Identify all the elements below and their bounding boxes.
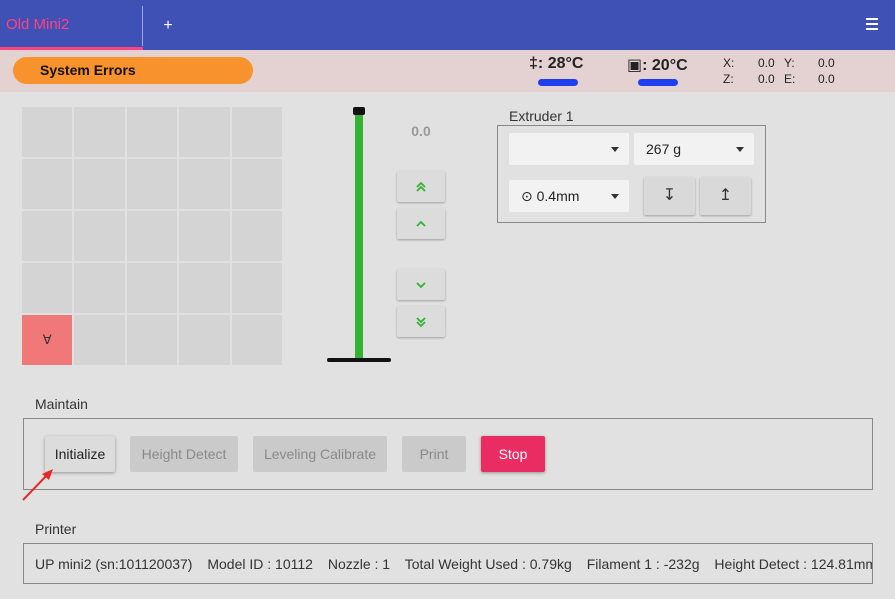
tab-old-mini2[interactable]: Old Mini2 (0, 0, 143, 50)
grid-cell[interactable] (74, 107, 125, 157)
arrow-up-from-line-icon: ↥ (718, 187, 733, 204)
grid-cell[interactable] (231, 263, 282, 313)
top-bar: Old Mini2 + (0, 0, 895, 50)
e-label: E: (784, 72, 796, 86)
unload-filament-button[interactable]: ↧ (644, 177, 695, 215)
grid-cell[interactable] (126, 315, 178, 365)
material-select[interactable] (509, 133, 629, 165)
filament-weight-value: 267 g (646, 141, 682, 157)
x-label: X: (723, 56, 735, 70)
printer-info-panel: UP mini2 (sn:101120037) Model ID : 10112… (23, 543, 873, 584)
extruder-label: Extruder 1 (509, 108, 574, 124)
printer-model-sn: UP mini2 (sn:101120037) (35, 556, 193, 572)
z-down-button[interactable] (397, 269, 445, 300)
printer-model-id: Model ID : 10112 (207, 556, 313, 572)
grid-cell[interactable] (74, 263, 125, 313)
printer-nozzle-count: Nozzle : 1 (327, 556, 391, 572)
system-errors-button[interactable]: System Errors (13, 57, 253, 84)
caret-down-icon (611, 147, 619, 152)
add-tab-button[interactable]: + (158, 0, 178, 50)
grid-cell-active[interactable]: ∀ (22, 315, 73, 365)
grid-cell[interactable] (179, 159, 230, 209)
grid-cell[interactable] (126, 263, 178, 313)
printer-filament-1: Filament 1 : -232g (586, 556, 700, 572)
bed-temperature[interactable]: ▣: 20°C (627, 55, 688, 86)
nozzle-icon: ∀ (42, 332, 52, 347)
z-up-button[interactable] (397, 208, 445, 239)
print-button[interactable]: Print (402, 436, 466, 472)
chevron-down-icon (416, 281, 426, 288)
z-up-fast-button[interactable] (397, 171, 445, 202)
stop-button[interactable]: Stop (481, 436, 545, 472)
grid-cell[interactable] (231, 211, 282, 261)
z-axis-slider-track[interactable] (355, 112, 363, 358)
nozzle-size-select[interactable]: ⊙ 0.4mm (509, 180, 629, 212)
grid-cell[interactable] (179, 315, 230, 365)
grid-cell[interactable] (231, 315, 282, 365)
chevron-up-icon (416, 220, 426, 227)
grid-cell[interactable] (22, 211, 73, 261)
z-label: Z: (723, 72, 734, 86)
printer-info-line: UP mini2 (sn:101120037) Model ID : 10112… (35, 556, 873, 572)
load-filament-button[interactable]: ↥ (700, 177, 751, 215)
nozzle-temperature[interactable]: ‡: 28°C (529, 55, 584, 86)
tab-label: Old Mini2 (6, 16, 70, 33)
y-label: Y: (784, 56, 795, 70)
caret-down-icon (611, 194, 619, 199)
bed-temp-bar (638, 79, 678, 86)
grid-cell[interactable] (179, 263, 230, 313)
nozzle-temp-bar (538, 79, 578, 86)
caret-down-icon (736, 147, 744, 152)
nozzle-temp-value: 28°C (547, 55, 584, 72)
xy-position-grid: ∀ (22, 107, 282, 365)
double-chevron-down-icon (416, 316, 426, 327)
grid-cell[interactable] (74, 159, 125, 209)
hamburger-menu-icon[interactable] (866, 18, 880, 32)
grid-cell[interactable] (22, 263, 73, 313)
maintain-label: Maintain (35, 396, 88, 412)
z-axis-slider-base (327, 358, 391, 362)
grid-cell[interactable] (22, 159, 73, 209)
height-detect-button[interactable]: Height Detect (130, 436, 238, 472)
z-axis-slider-handle[interactable] (353, 107, 365, 115)
grid-cell[interactable] (126, 159, 178, 209)
arrow-down-to-line-icon: ↧ (662, 187, 677, 204)
printer-height-detect: Height Detect : 124.81mm (714, 556, 873, 572)
grid-cell[interactable] (179, 107, 230, 157)
z-value: 0.0 (758, 72, 775, 86)
annotation-arrow-icon (22, 469, 53, 501)
double-chevron-up-icon (416, 181, 426, 192)
z-axis-value: 0.0 (411, 123, 431, 139)
grid-cell[interactable] (231, 159, 282, 209)
status-bar: System Errors ‡: 28°C ▣: 20°C X: 0.0 Y: … (0, 50, 895, 92)
z-down-fast-button[interactable] (397, 306, 445, 337)
x-value: 0.0 (758, 56, 775, 70)
grid-cell[interactable] (231, 107, 282, 157)
tab-divider (142, 6, 143, 46)
grid-cell[interactable] (22, 107, 73, 157)
e-value: 0.0 (818, 72, 835, 86)
grid-cell[interactable] (74, 211, 125, 261)
grid-cell[interactable] (126, 211, 178, 261)
grid-cell[interactable] (74, 315, 125, 365)
y-value: 0.0 (818, 56, 835, 70)
bed-temp-value: 20°C (651, 57, 688, 74)
bed-temp-icon: ▣: (627, 57, 648, 74)
filament-weight-select[interactable]: 267 g (634, 133, 754, 165)
grid-cell[interactable] (179, 211, 230, 261)
printer-total-weight: Total Weight Used : 0.79kg (404, 556, 572, 572)
leveling-calibrate-button[interactable]: Leveling Calibrate (253, 436, 387, 472)
nozzle-size-value: ⊙ 0.4mm (521, 188, 580, 204)
printer-label: Printer (35, 521, 77, 537)
grid-cell[interactable] (126, 107, 178, 157)
nozzle-temp-icon: ‡: (529, 55, 544, 72)
